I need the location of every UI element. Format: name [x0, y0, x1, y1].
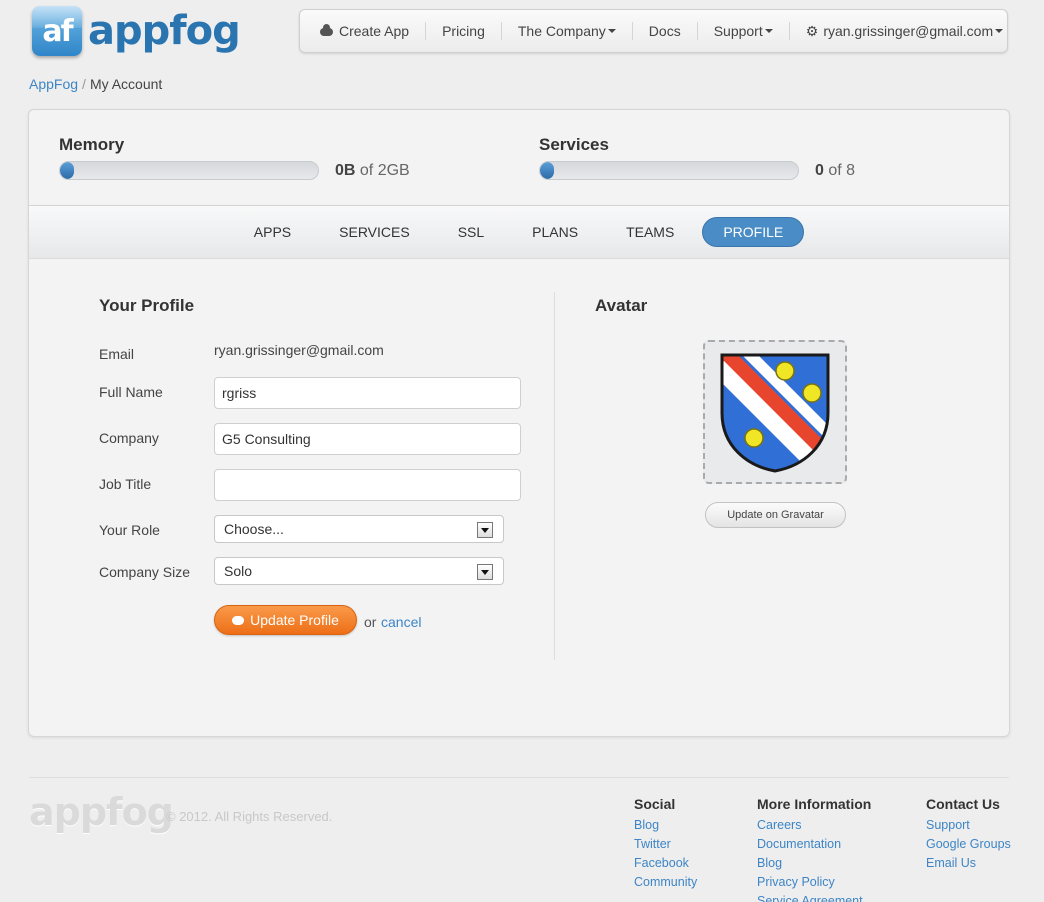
footer-divider — [29, 777, 1009, 778]
footer-link-careers[interactable]: Careers — [757, 816, 871, 835]
footer-link-support[interactable]: Support — [926, 816, 1011, 835]
logo-mark: af — [32, 6, 82, 56]
services-label: Services — [539, 135, 609, 154]
email-value: ryan.grissinger@gmail.com — [214, 342, 384, 358]
profile-content: Your Profile Email ryan.grissinger@gmail… — [29, 260, 1009, 736]
services-usage-text: 0 of 8 — [815, 162, 855, 180]
breadcrumb-current: My Account — [89, 76, 163, 92]
tab-ssl[interactable]: SSL — [438, 218, 504, 246]
cancel-link[interactable]: cancel — [381, 614, 421, 630]
breadcrumb-root-link[interactable]: AppFog — [29, 76, 78, 92]
job-title-input[interactable] — [214, 469, 521, 501]
column-divider — [554, 292, 555, 660]
memory-usage: Memory 0B of 2GB — [59, 135, 410, 180]
nav-docs-label: Docs — [648, 23, 681, 39]
footer-link-twitter[interactable]: Twitter — [634, 835, 697, 854]
nav-create-app[interactable]: Create App — [304, 22, 427, 40]
profile-title: Your Profile — [99, 296, 195, 315]
dropdown-arrow-icon — [477, 564, 493, 580]
gear-icon: ⚙ — [805, 22, 819, 39]
avatar-frame — [703, 340, 847, 484]
memory-used-value: 0B — [335, 161, 356, 179]
logo-text: appfog — [88, 8, 241, 54]
breadcrumb-separator: / — [82, 76, 86, 92]
email-label: Email — [99, 346, 135, 362]
footer-link-email-us[interactable]: Email Us — [926, 854, 1011, 873]
update-profile-button[interactable]: Update Profile — [214, 605, 357, 635]
services-progress-bar — [539, 161, 799, 180]
tab-profile[interactable]: PROFILE — [702, 217, 805, 247]
nav-support-label: Support — [713, 23, 763, 39]
or-text: or — [364, 614, 377, 630]
services-usage: Services 0 of 8 — [539, 135, 855, 180]
cloud-upload-icon — [232, 615, 245, 625]
footer-more-info-column: More Information Careers Documentation B… — [757, 796, 871, 902]
footer-link-service-agreement[interactable]: Service Agreement — [757, 892, 871, 902]
memory-progress-bar — [59, 161, 319, 180]
appfog-logo[interactable]: af appfog — [32, 6, 241, 56]
nav-company-label: The Company — [517, 23, 606, 39]
tab-services[interactable]: SERVICES — [319, 218, 430, 246]
role-select-value: Choose... — [224, 521, 284, 537]
footer-link-documentation[interactable]: Documentation — [757, 835, 871, 854]
avatar-title: Avatar — [595, 296, 648, 315]
footer-contact-title: Contact Us — [926, 796, 1000, 812]
tab-apps[interactable]: APPS — [234, 218, 311, 246]
role-select[interactable]: Choose... — [214, 515, 504, 543]
tab-plans[interactable]: PLANS — [512, 218, 598, 246]
cloud-icon — [320, 24, 333, 36]
footer-contact-column: Contact Us Support Google Groups Email U… — [926, 796, 1011, 873]
memory-total-text: of 2GB — [359, 161, 410, 179]
full-name-input[interactable] — [214, 377, 521, 409]
copyright-text: © 2012. All Rights Reserved. — [166, 809, 333, 824]
company-size-select[interactable]: Solo — [214, 557, 504, 585]
nav-support-dropdown[interactable]: Support — [698, 22, 790, 40]
update-profile-label: Update Profile — [250, 612, 339, 628]
top-navigation: Create App Pricing The Company Docs Supp… — [299, 9, 1008, 53]
nav-account-label: ryan.grissinger@gmail.com — [823, 23, 994, 39]
footer-link-google-groups[interactable]: Google Groups — [926, 835, 1011, 854]
footer-link-blog[interactable]: Blog — [634, 816, 697, 835]
footer-social-column: Social Blog Twitter Facebook Community — [634, 796, 697, 892]
caret-down-icon — [607, 29, 616, 33]
nav-company-dropdown[interactable]: The Company — [502, 22, 633, 40]
breadcrumb: AppFog / My Account — [29, 76, 162, 92]
update-gravatar-button[interactable]: Update on Gravatar — [705, 502, 846, 528]
footer-social-title: Social — [634, 796, 676, 812]
services-total-text: of 8 — [828, 161, 856, 179]
dropdown-arrow-icon — [477, 522, 493, 538]
account-panel: Memory 0B of 2GB Services 0 of 8 APPS SE… — [28, 109, 1010, 737]
job-title-label: Job Title — [99, 476, 152, 492]
company-size-select-value: Solo — [224, 563, 253, 579]
caret-down-icon — [995, 29, 1004, 33]
memory-usage-text: 0B of 2GB — [335, 162, 410, 180]
nav-pricing-label: Pricing — [442, 23, 485, 39]
footer-link-privacy-policy[interactable]: Privacy Policy — [757, 873, 871, 892]
company-size-label: Company Size — [99, 564, 191, 580]
company-input[interactable] — [214, 423, 521, 455]
services-used-value: 0 — [815, 161, 824, 179]
footer-more-info-title: More Information — [757, 796, 872, 812]
role-label: Your Role — [99, 522, 160, 538]
footer-link-blog-2[interactable]: Blog — [757, 854, 871, 873]
account-tabs: APPS SERVICES SSL PLANS TEAMS PROFILE — [29, 205, 1009, 259]
nav-create-app-label: Create App — [339, 23, 410, 39]
footer-link-community[interactable]: Community — [634, 873, 697, 892]
nav-pricing[interactable]: Pricing — [426, 22, 502, 40]
tab-teams[interactable]: TEAMS — [606, 218, 694, 246]
memory-progress-fill — [60, 162, 74, 179]
nav-account-dropdown[interactable]: ⚙ ryan.grissinger@gmail.com — [790, 22, 1019, 40]
avatar-shield-image — [720, 353, 830, 473]
footer-link-facebook[interactable]: Facebook — [634, 854, 697, 873]
caret-down-icon — [764, 29, 773, 33]
company-label: Company — [99, 430, 159, 446]
footer-logo: appfog — [29, 790, 174, 834]
memory-label: Memory — [59, 135, 125, 154]
nav-docs[interactable]: Docs — [633, 22, 698, 40]
services-progress-fill — [540, 162, 554, 179]
full-name-label: Full Name — [99, 384, 163, 400]
